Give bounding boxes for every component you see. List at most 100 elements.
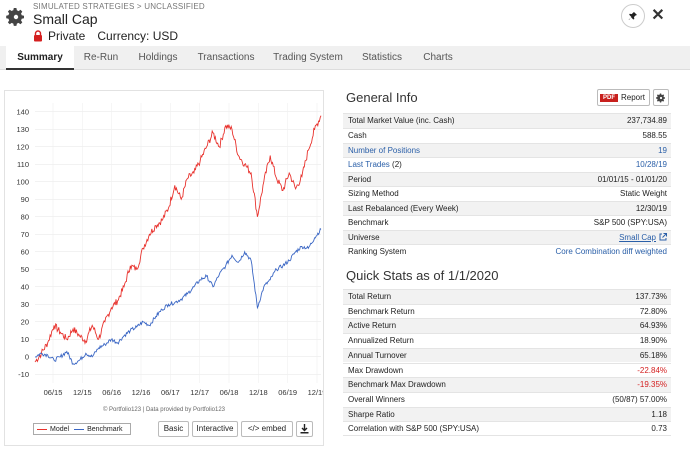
download-button[interactable] [296,421,313,437]
tab-statistics[interactable]: Statistics [356,46,408,70]
stats-label: Annualized Return [348,336,414,346]
legend-model[interactable]: Model [37,426,69,433]
stats-label: Correlation with S&P 500 (SPY:USA) [348,424,480,434]
stats-label: Total Return [348,292,392,301]
stats-label: Active Return [348,321,397,331]
tab-summary[interactable]: Summary [6,46,74,70]
y-tick-label: 100 [16,177,29,186]
stats-row-overall-winners: Overall Winners (50/87) 57.00% [343,391,671,407]
x-tick-label: 06/19 [278,388,297,397]
tab-trading-system[interactable]: Trading System [270,46,346,70]
x-tick-label: 06/17 [161,388,180,397]
universe-link-label: Small Cap [619,232,656,242]
last-trades-date-link[interactable]: 10/28/19 [636,158,667,172]
breadcrumb[interactable]: SIMULATED STRATEGIES > UNCLASSIFIED [33,2,205,11]
y-tick-label: 20 [21,317,29,326]
pin-button[interactable] [621,4,645,28]
stats-row-benchmark-max-drawdown: Benchmark Max Drawdown -19.35% [343,377,671,392]
x-tick-label: 12/18 [249,388,268,397]
positions-count-link[interactable]: 19 [658,144,667,158]
info-value: Static Weight [620,189,667,198]
stats-label: Benchmark Max Drawdown [348,380,446,390]
stats-label: Benchmark Return [348,306,415,316]
y-tick-label: 50 [21,265,29,274]
stats-row-benchmark-return: Benchmark Return 72.80% [343,303,671,319]
legend-model-label: Model [50,425,70,433]
info-label: Last Rebalanced (Every Week) [348,203,459,213]
lock-icon [34,30,42,42]
x-tick-label: 06/18 [220,388,239,397]
stats-row-sharpe-ratio: Sharpe Ratio 1.18 [343,406,671,422]
report-label: Report [621,93,646,102]
info-row-number-of-positions: Number of Positions 19 [343,142,671,158]
info-row-last-trades: Last Trades (2) 10/28/19 [343,157,671,172]
y-tick-label: 140 [16,107,29,116]
info-row-universe: Universe Small Cap [343,229,671,245]
chart-credit: © Portfolio123 | Data provided by Portfo… [102,407,226,413]
stats-value: 0.73 [651,424,667,434]
performance-chart: -10 0 10 20 30 40 50 60 70 80 90 100 110 120 130 140 06… [4,90,324,446]
universe-link[interactable]: Small Cap [619,231,667,245]
info-label: Cash [348,131,367,140]
settings-button[interactable] [653,89,669,106]
number-of-positions-link[interactable]: Number of Positions [348,144,420,158]
info-label: Sizing Method [348,189,399,198]
stats-value: 72.80% [639,306,667,316]
tab-charts[interactable]: Charts [416,46,460,70]
interactive-button[interactable]: Interactive [192,421,238,437]
legend-benchmark[interactable]: Benchmark [74,426,122,433]
y-tick-label: 120 [16,142,29,151]
y-tick-label: 80 [21,212,29,221]
stats-value: 137.73% [635,292,667,301]
info-value: 237,734.89 [626,116,667,125]
tab-transactions[interactable]: Transactions [194,46,258,70]
info-row-cash: Cash 588.55 [343,128,671,143]
stats-value: (50/87) 57.00% [612,394,667,404]
y-tick-label: 70 [21,230,29,239]
series-line-benchmark[interactable] [34,227,322,365]
chart-legend: Model Benchmark [33,423,132,435]
stats-row-max-drawdown: Max Drawdown -22.84% [343,362,671,378]
privacy-label: Private [48,29,86,43]
stats-label: Overall Winners [348,394,405,404]
pdf-icon: PDF [600,93,618,102]
close-icon[interactable]: ✕ [650,6,666,24]
chart-canvas[interactable]: -10 0 10 20 30 40 50 60 70 80 90 100 110 120 130 140 06… [5,91,323,405]
last-trades-link[interactable]: Last Trades [348,160,390,169]
y-tick-label: 30 [21,300,29,309]
gear-icon[interactable] [6,7,26,27]
series-line-model[interactable] [34,115,322,363]
embed-button[interactable]: </> embed [241,421,293,437]
pin-icon [628,12,637,20]
quick-stats-title: Quick Stats as of 1/1/2020 [346,268,499,283]
stats-value: -19.35% [637,380,667,390]
info-row-period: Period 01/01/15 - 01/01/20 [343,171,671,187]
stats-row-active-return: Active Return 64.93% [343,318,671,334]
info-label: Total Market Value (inc. Cash) [348,116,455,125]
stats-row-annualized-return: Annualized Return 18.90% [343,333,671,348]
report-button[interactable]: PDF Report [597,89,650,106]
ranking-system-link[interactable]: Core Combination diff weighted [556,245,667,259]
stats-row-total-return: Total Return 137.73% [343,289,671,304]
y-tick-label: 40 [21,282,29,291]
stats-row-annual-turnover: Annual Turnover 65.18% [343,347,671,363]
basic-button[interactable]: Basic [158,421,189,437]
external-link-icon [659,232,667,240]
info-value: S&P 500 (SPY:USA) [593,218,667,227]
x-tick-label: 12/15 [73,388,92,397]
stats-label: Annual Turnover [348,350,407,360]
legend-benchmark-label: Benchmark [87,425,123,433]
tab-holdings[interactable]: Holdings [132,46,184,70]
tab-rerun[interactable]: Re-Run [76,46,126,70]
x-tick-label: 06/16 [102,388,121,397]
y-tick-label: 90 [21,195,29,204]
strategy-meta: Private Currency: USD [33,29,178,43]
stats-value: -22.84% [637,365,667,375]
info-row-total-market-value: Total Market Value (inc. Cash) 237,734.8… [343,113,671,128]
info-label: Period [348,174,372,184]
tab-bar: Summary Re-Run Holdings Transactions Tra… [0,46,690,70]
info-value: 01/01/15 - 01/01/20 [597,174,667,184]
stats-value: 65.18% [639,350,667,360]
page-title: Small Cap [33,11,98,27]
info-value: 588.55 [642,131,667,140]
